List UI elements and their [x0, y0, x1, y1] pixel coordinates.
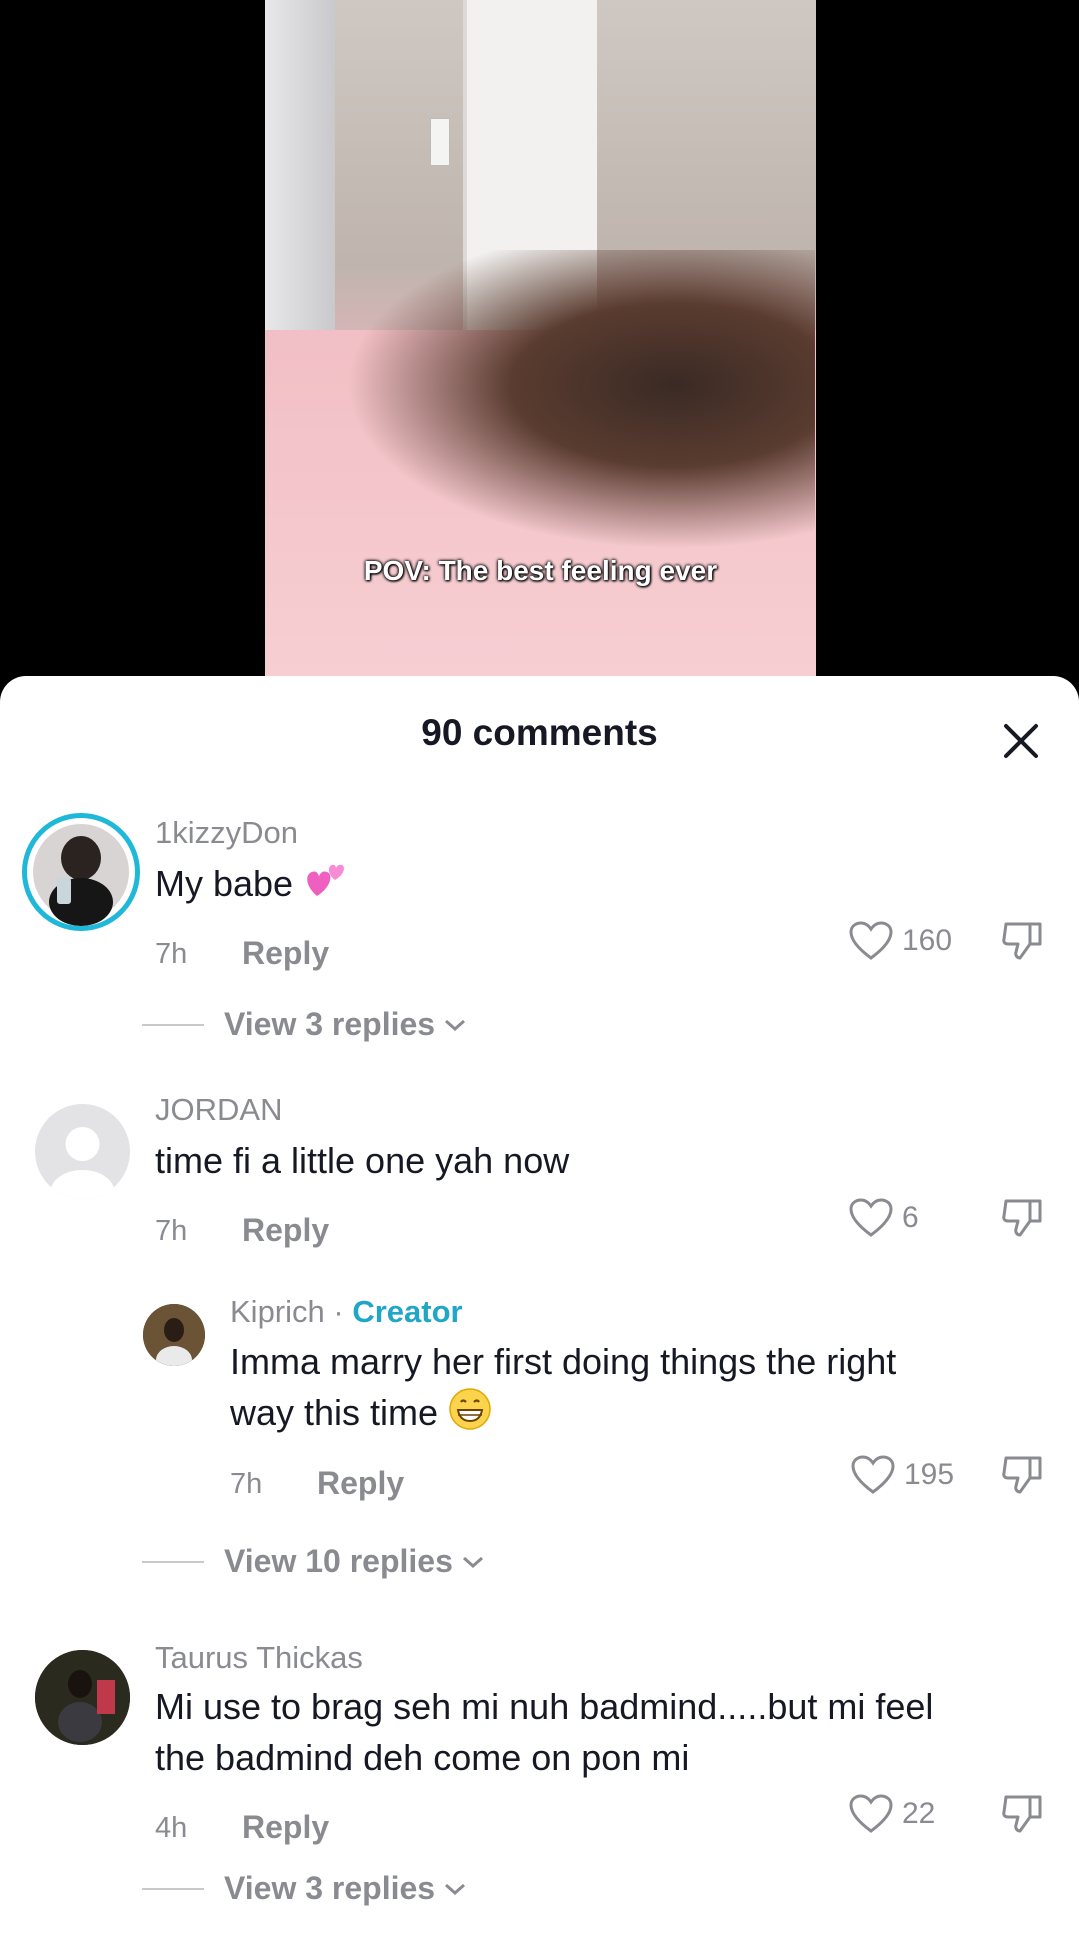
chevron-down-icon	[445, 1883, 466, 1895]
like-count: 22	[902, 1797, 936, 1830]
video-caption: POV: The best feeling ever	[363, 555, 718, 586]
like-count: 6	[902, 1201, 919, 1234]
comment-username[interactable]: 1kizzyDon	[155, 815, 298, 851]
divider	[142, 1023, 204, 1026]
heart-icon	[849, 921, 893, 960]
like-button[interactable]: 160	[848, 920, 952, 962]
comment-text-line: way this time	[230, 1387, 896, 1444]
avatar[interactable]	[143, 1304, 205, 1366]
comment-text: My babe	[155, 858, 349, 913]
comment-text-line-2: way this time	[230, 1392, 439, 1434]
comment-text-line: Mi use to brag seh mi nuh badmind.....bu…	[155, 1686, 934, 1727]
comments-count-title: 90 comments	[421, 712, 658, 753]
comment-username[interactable]: JORDAN	[155, 1092, 282, 1128]
view-replies-label: View 10 replies	[224, 1543, 453, 1579]
thumbs-down-icon	[1002, 1456, 1042, 1494]
creator-badge: Creator	[352, 1294, 463, 1329]
dislike-button[interactable]	[1000, 1452, 1046, 1503]
comment-time: 7h	[155, 938, 188, 970]
comment-text-line: Imma marry her first doing things the ri…	[230, 1341, 897, 1382]
avatar[interactable]	[22, 813, 140, 931]
view-replies-button[interactable]: View 10 replies	[142, 1543, 487, 1580]
comment-text: Mi use to brag seh mi nuh badmind.....bu…	[155, 1681, 933, 1783]
wall-art	[265, 0, 335, 330]
like-count: 160	[902, 924, 953, 957]
close-button[interactable]	[996, 716, 1046, 766]
reply-button[interactable]: Reply	[242, 1212, 329, 1249]
view-replies-label: View 3 replies	[224, 1870, 436, 1906]
comment-username: Kiprich · Creator	[230, 1294, 463, 1330]
like-count: 195	[904, 1458, 955, 1491]
like-button[interactable]: 195	[850, 1454, 954, 1496]
thumbs-down-icon	[1002, 1199, 1042, 1237]
view-replies-button[interactable]: View 3 replies	[142, 1006, 469, 1043]
heart-icon	[849, 1198, 893, 1237]
comment-time: 7h	[155, 1215, 188, 1247]
close-icon	[1004, 724, 1038, 758]
reply-button[interactable]: Reply	[242, 935, 329, 972]
comment-username[interactable]: Taurus Thickas	[155, 1640, 363, 1676]
comment-text-line: the badmind deh come on pon mi	[155, 1737, 690, 1778]
view-replies-button[interactable]: View 3 replies	[142, 1870, 469, 1907]
like-button[interactable]: 6	[848, 1197, 919, 1239]
like-button[interactable]: 22	[848, 1793, 935, 1835]
avatar[interactable]	[35, 1650, 130, 1745]
reply-username[interactable]: Kiprich	[230, 1294, 325, 1329]
heart-icon	[849, 1794, 893, 1833]
view-replies-label: View 3 replies	[224, 1006, 436, 1042]
light-switch	[430, 118, 450, 166]
comment-text: time fi a little one yah now	[155, 1140, 570, 1181]
couple-image	[345, 250, 815, 550]
dislike-button[interactable]	[1000, 918, 1046, 969]
comment-text-content: My babe	[155, 863, 294, 904]
chevron-down-icon	[462, 1556, 483, 1568]
reply-button[interactable]: Reply	[242, 1809, 329, 1846]
avatar[interactable]	[35, 1104, 130, 1199]
comment-time: 7h	[230, 1468, 263, 1500]
comments-sheet: 90 comments 1kizzyDon My babe 7h Reply 1…	[0, 676, 1079, 1948]
comment-text: Imma marry her first doing things the ri…	[230, 1336, 896, 1444]
dislike-button[interactable]	[1000, 1791, 1046, 1842]
chevron-down-icon	[445, 1019, 466, 1031]
video-frame[interactable]: POV: The best feeling ever	[265, 0, 816, 690]
heart-icon	[851, 1455, 895, 1494]
reply-button[interactable]: Reply	[317, 1465, 404, 1502]
divider	[142, 1887, 204, 1890]
video-area[interactable]: POV: The best feeling ever	[0, 0, 1079, 690]
two-hearts-icon	[303, 860, 349, 913]
comment-time: 4h	[155, 1812, 188, 1844]
thumbs-down-icon	[1002, 922, 1042, 960]
separator: ·	[324, 1294, 353, 1329]
divider	[142, 1560, 204, 1563]
dislike-button[interactable]	[1000, 1195, 1046, 1246]
grinning-face-icon	[448, 1387, 492, 1444]
thumbs-down-icon	[1002, 1795, 1042, 1833]
